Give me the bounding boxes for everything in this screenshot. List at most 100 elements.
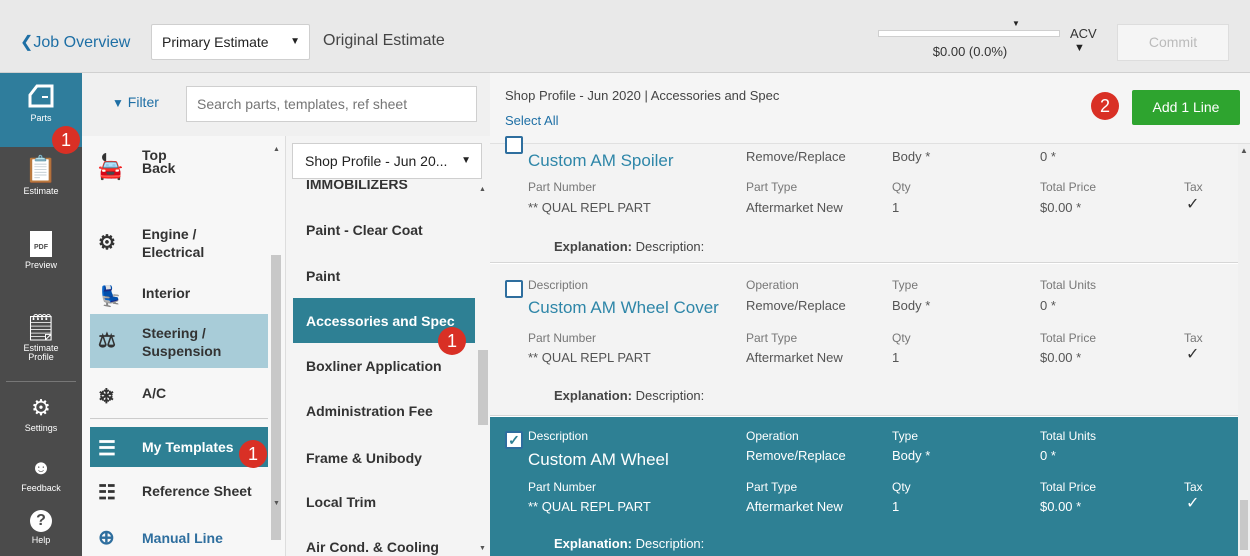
rail-item-settings[interactable]: ⚙ Settings: [0, 395, 82, 434]
acv-chevron-down-icon[interactable]: ▼: [1074, 42, 1085, 54]
shop-profile-select[interactable]: Shop Profile - Jun 20... ▼: [292, 143, 482, 179]
filter-icon: ▼: [112, 96, 124, 110]
category-scroll-down-icon[interactable]: ▼: [273, 500, 280, 507]
main-title: Shop Profile - Jun 2020 | Accessories an…: [505, 88, 780, 103]
gear-icon: ⚙: [31, 395, 51, 420]
car-back-icon: 🚘: [98, 159, 123, 181]
suspension-icon: ⚖: [98, 330, 116, 352]
category-engine-electrical[interactable]: ⚙ Engine / Electrical: [90, 225, 268, 265]
scroll-up-icon[interactable]: ▲: [1240, 146, 1248, 155]
category-label: Engine / Electrical: [142, 226, 205, 260]
list-item[interactable]: Custom AM Spoiler Remove/Replace Body * …: [490, 136, 1238, 263]
seat-icon: 💺: [98, 286, 123, 308]
explanation-label: Explanation:: [554, 536, 633, 551]
rail-item-preview[interactable]: PDF Preview: [0, 231, 82, 270]
total-price-label: Total Price: [1040, 180, 1097, 194]
sub-item-label: Administration Fee: [306, 403, 433, 419]
filter-button[interactable]: ▼ Filter: [112, 94, 159, 110]
row-total-price: $0.00 *: [1040, 499, 1082, 514]
row-qty: 1: [892, 499, 900, 514]
row-checkbox[interactable]: [505, 280, 523, 298]
original-estimate-label: Original Estimate: [323, 32, 445, 49]
rail-item-estimate[interactable]: 📋 Estimate: [0, 155, 82, 196]
sub-item-local-trim[interactable]: Local Trim: [293, 494, 475, 516]
row-type: Body *: [892, 149, 931, 164]
select-all-link[interactable]: Select All: [505, 113, 558, 128]
annotation-badge: 1: [239, 440, 267, 468]
add-line-button[interactable]: Add 1 Line: [1132, 90, 1240, 125]
main-scrollbar-track[interactable]: [1238, 144, 1250, 556]
subcategory-scroll-down-icon[interactable]: ▼: [479, 545, 486, 552]
qty-label: Qty: [892, 180, 911, 194]
sub-item-label: Air Cond. & Cooling: [306, 539, 439, 555]
sub-item-boxliner-application[interactable]: Boxliner Application: [293, 358, 475, 380]
row-checkbox-checked[interactable]: ✓: [505, 431, 523, 449]
row-title: Custom AM Spoiler: [528, 151, 674, 170]
sub-item-label: Frame & Unibody: [306, 450, 422, 466]
sub-item-label: Paint - Clear Coat: [306, 222, 423, 238]
ac-icon: ❄: [98, 386, 115, 408]
explanation-label: Explanation:: [554, 239, 633, 254]
job-overview-link[interactable]: ❮Job Overview: [20, 32, 130, 52]
sub-item-label: Paint: [306, 268, 341, 284]
category-back[interactable]: 🚘 Back: [90, 159, 268, 181]
qty-label: Qty: [892, 331, 911, 345]
part-type-label: Part Type: [746, 480, 798, 494]
list-item-selected[interactable]: ✓ Description Operation Type Total Units…: [490, 417, 1238, 556]
rail-label-settings: Settings: [24, 423, 58, 433]
category-label: Reference Sheet: [142, 483, 252, 499]
type-label: Type: [892, 429, 919, 443]
list-item[interactable]: Description Operation Type Total Units C…: [490, 264, 1238, 416]
commit-button[interactable]: Commit: [1117, 24, 1229, 61]
feedback-icon: ☻: [30, 457, 52, 479]
category-interior[interactable]: 💺 Interior: [90, 284, 268, 308]
search-input[interactable]: [186, 86, 477, 122]
rail-label-parts: Parts: [30, 113, 52, 123]
explanation-value: Description:: [635, 388, 705, 403]
progress-bar: [878, 30, 1060, 37]
category-steering-suspension[interactable]: ⚖ Steering / Suspension: [90, 314, 268, 368]
sub-item-paint-clear-coat[interactable]: Paint - Clear Coat: [293, 222, 475, 244]
category-scrollbar[interactable]: [271, 255, 281, 540]
description-label: Description: [528, 278, 589, 292]
category-ac[interactable]: ❄ A/C: [90, 384, 268, 408]
subcategory-scroll-up-icon[interactable]: ▲: [479, 186, 486, 193]
category-reference-sheet[interactable]: ☷ Reference Sheet: [90, 480, 268, 504]
acv-label[interactable]: ACV: [1070, 26, 1097, 41]
progress-text: $0.00 (0.0%): [932, 44, 1008, 59]
sub-item-frame-unibody[interactable]: Frame & Unibody: [293, 450, 475, 472]
estimate-select[interactable]: Primary Estimate ▼: [151, 24, 310, 60]
row-part-type: Aftermarket New: [746, 200, 843, 215]
category-scroll-up-icon[interactable]: ▲: [273, 146, 280, 153]
main-scrollbar-thumb[interactable]: [1240, 500, 1248, 550]
estimate-select-value: Primary Estimate: [162, 34, 269, 50]
sub-item-air-cond-cooling[interactable]: Air Cond. & Cooling: [293, 539, 475, 556]
rail-item-feedback[interactable]: ☻ Feedback: [0, 456, 82, 493]
row-part-type: Aftermarket New: [746, 350, 843, 365]
annotation-badge: 1: [52, 126, 80, 154]
qty-label: Qty: [892, 480, 911, 494]
category-label: A/C: [142, 385, 167, 401]
row-checkbox[interactable]: [505, 136, 523, 154]
sub-item-immobilizers[interactable]: Immobilizers: [293, 180, 475, 194]
rail-item-help[interactable]: ? Help: [0, 510, 82, 545]
sub-item-paint[interactable]: Paint: [293, 268, 475, 290]
row-type: Body *: [892, 448, 931, 463]
rail-item-estimate-profile[interactable]: 🗒 Estimate Profile: [0, 313, 82, 362]
subcategory-scrollbar[interactable]: [478, 350, 488, 425]
filter-label: Filter: [127, 94, 159, 110]
total-units-label: Total Units: [1040, 429, 1097, 443]
manual-line-button[interactable]: ⊕ Manual Line: [90, 527, 268, 549]
row-operation: Remove/Replace: [746, 448, 846, 463]
operation-label: Operation: [746, 429, 799, 443]
row-total-units: 0 *: [1040, 298, 1056, 313]
explanation-label: Explanation:: [554, 388, 633, 403]
row-total-price: $0.00 *: [1040, 200, 1082, 215]
tax-check-icon: ✓: [1186, 346, 1200, 363]
progress-marker-icon: ▼: [1012, 19, 1020, 28]
rail-label-estimate-profile-2: Profile: [28, 352, 54, 362]
sub-item-administration-fee[interactable]: Administration Fee: [293, 403, 475, 425]
total-units-label: Total Units: [1040, 278, 1097, 292]
rail-label-help: Help: [31, 535, 51, 545]
tax-check-icon: ✓: [1186, 495, 1200, 512]
